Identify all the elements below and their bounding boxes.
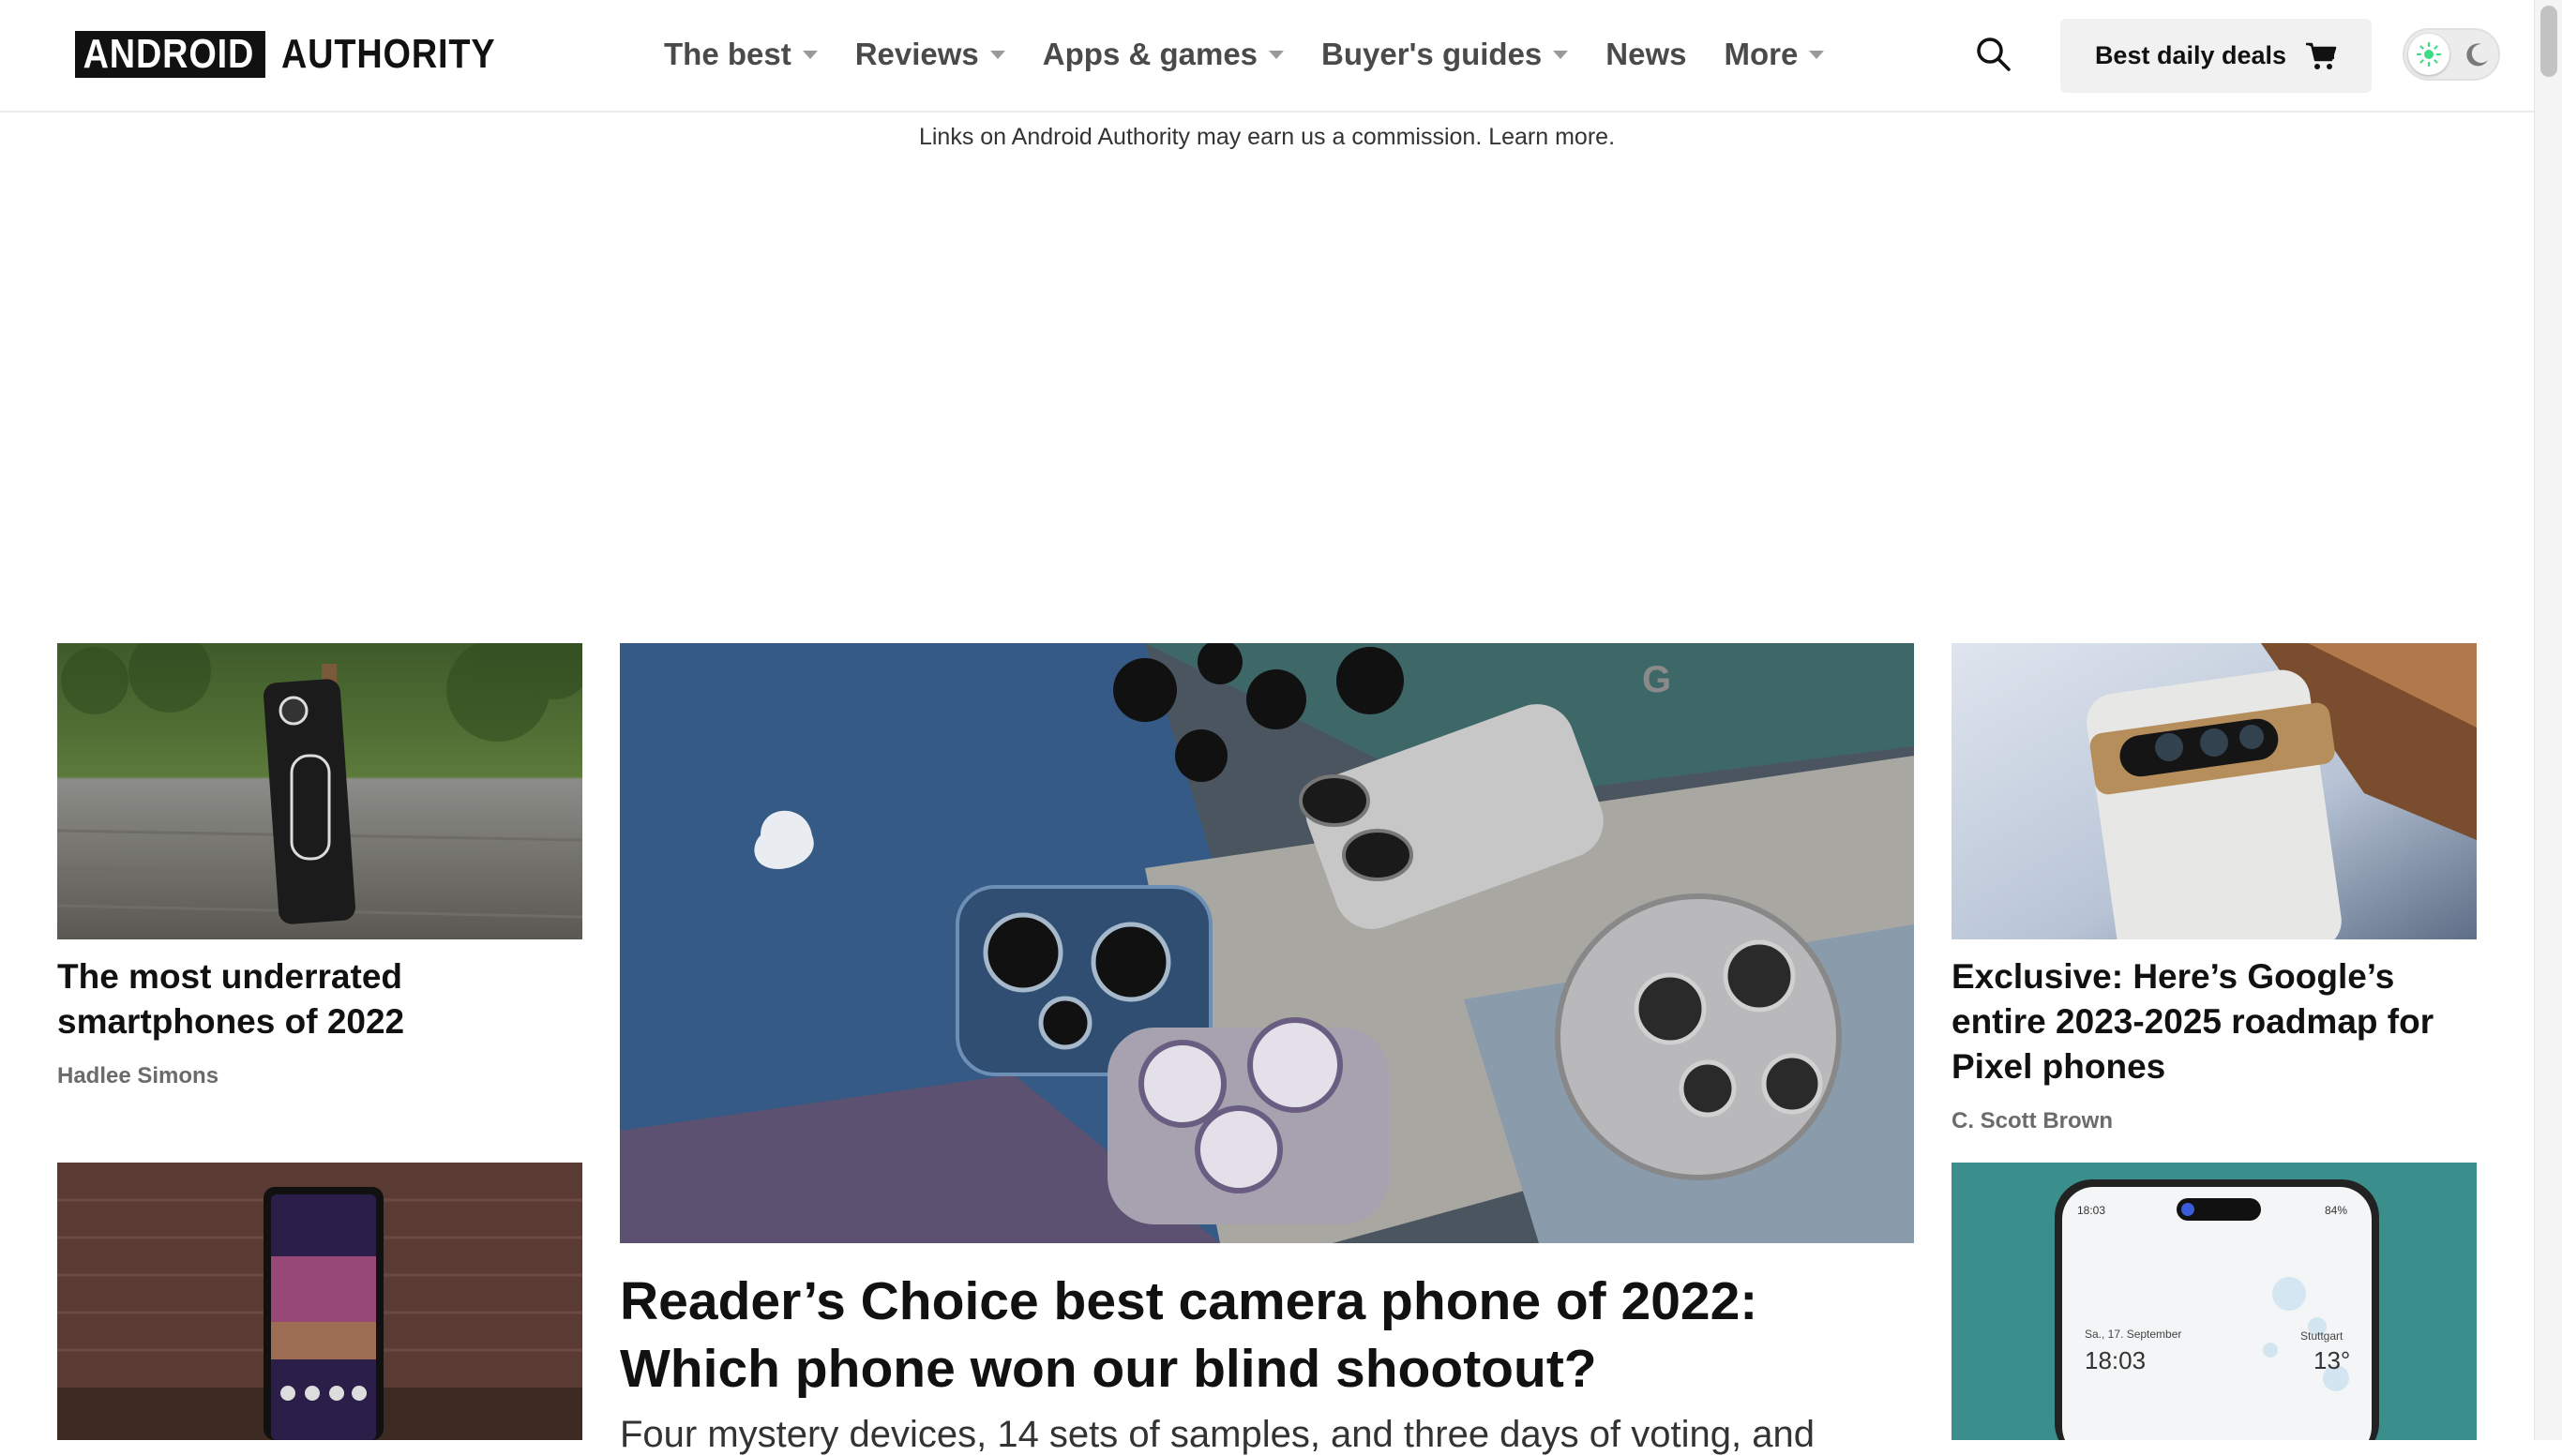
phone-on-desk-image [57, 1163, 582, 1440]
nav-item-buyers-guides[interactable]: Buyer's guides [1321, 37, 1569, 72]
hero-image-camera-phones[interactable]: G [620, 643, 1914, 1243]
lockscreen-battery: 84% [2325, 1204, 2348, 1217]
page-scrollbar[interactable] [2534, 0, 2562, 1440]
nav-item-reviews[interactable]: Reviews [855, 37, 1005, 72]
pixel-phone-image [1952, 643, 2477, 939]
article-title-underrated-smartphones[interactable]: The most underrated smartphones of 2022 [57, 954, 592, 1044]
nav-item-more[interactable]: More [1725, 37, 1825, 72]
article-image-nothing-phone[interactable] [57, 643, 582, 939]
nav-label: Apps & games [1042, 37, 1258, 71]
camera-phones-collage-image: G [620, 643, 1914, 1243]
toggle-knob [2408, 34, 2449, 75]
logo-box: ANDROID [75, 31, 266, 78]
search-button[interactable] [1975, 36, 2012, 73]
disclaimer-text: Links on Android Authority may earn us a… [918, 124, 1483, 150]
cart-icon [2306, 42, 2337, 69]
article-image-pixel-on-desk[interactable] [57, 1163, 582, 1440]
nav-label: News [1605, 37, 1687, 71]
scrollbar-thumb[interactable] [2540, 6, 2557, 77]
author-hadlee-simons[interactable]: Hadlee Simons [57, 1063, 219, 1089]
lockscreen-status-time: 18:03 [2077, 1204, 2106, 1217]
lockscreen-temperature: 13° [2313, 1346, 2351, 1374]
caret-down-icon [1269, 50, 1285, 59]
lockscreen-time: 18:03 [2085, 1346, 2147, 1374]
caret-down-icon [802, 50, 818, 59]
article-title-google-roadmap[interactable]: Exclusive: Here’s Google’s entire 2023-2… [1952, 954, 2477, 1089]
svg-text:G: G [1642, 659, 1671, 700]
search-icon [1977, 38, 2011, 71]
logo-text: AUTHORITY [281, 31, 496, 77]
author-c-scott-brown[interactable]: C. Scott Brown [1952, 1108, 2113, 1134]
article-image-phone-lockscreen[interactable]: 18:03 84% Sa., 17. September 18:03 Stutt… [1952, 1163, 2477, 1440]
caret-down-icon [1809, 50, 1825, 59]
nav-label: Reviews [854, 37, 979, 71]
sun-icon [2416, 41, 2442, 68]
phone-on-table-image [57, 643, 582, 939]
nav-item-news[interactable]: News [1605, 37, 1686, 72]
caret-down-icon [989, 50, 1005, 59]
lockscreen-date: Sa., 17. September [2085, 1328, 2182, 1341]
nav-item-apps-games[interactable]: Apps & games [1042, 37, 1285, 72]
best-daily-deals-button[interactable]: Best daily deals [2060, 19, 2372, 93]
phone-lockscreen-image [1952, 1163, 2477, 1440]
affiliate-disclaimer: Links on Android Authority may earn us a… [0, 124, 2534, 151]
deals-label: Best daily deals [2094, 41, 2287, 69]
nav-item-the-best[interactable]: The best [664, 37, 818, 72]
nav-label: More [1724, 37, 1799, 71]
caret-down-icon [1553, 50, 1569, 59]
hero-article-title[interactable]: Reader’s Choice best camera phone of 202… [620, 1268, 1914, 1403]
lockscreen-city: Stuttgart [2300, 1329, 2343, 1343]
nav-label: Buyer's guides [1321, 37, 1543, 71]
nav-label: The best [664, 37, 791, 71]
main-nav: The best Reviews Apps & games Buyer's gu… [664, 28, 1861, 81]
site-header: ANDROID AUTHORITY The best Reviews Apps … [0, 0, 2534, 113]
article-image-pixel-7-pro[interactable] [1952, 643, 2477, 939]
android-authority-logo[interactable]: ANDROID AUTHORITY [75, 31, 531, 78]
hero-article-deck: Four mystery devices, 14 sets of samples… [620, 1414, 1815, 1455]
theme-toggle[interactable] [2403, 28, 2500, 81]
moon-icon [2466, 43, 2488, 67]
learn-more-link[interactable]: Learn more. [1488, 124, 1615, 150]
